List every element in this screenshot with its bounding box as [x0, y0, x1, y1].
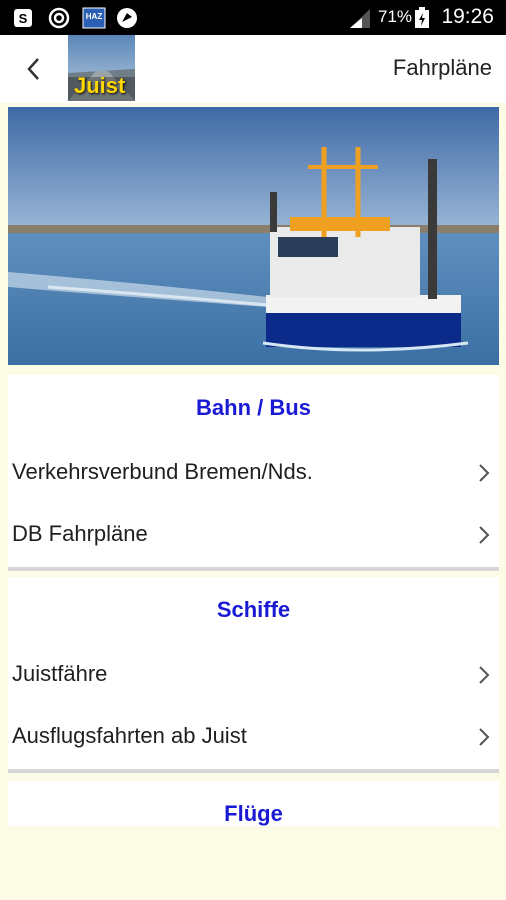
notification-s-icon: S [14, 9, 32, 27]
status-bar: S HAZ 71% 19:26 [0, 0, 506, 35]
battery-icon [415, 7, 429, 28]
section-title: Bahn / Bus [196, 395, 311, 420]
list-item[interactable]: Verkehrsverbund Bremen/Nds. [8, 445, 499, 501]
browser-icon [117, 8, 137, 28]
list-item[interactable]: DB Fahrpläne [8, 507, 499, 563]
list-item-label: Verkehrsverbund Bremen/Nds. [12, 459, 313, 484]
chevron-right-icon [479, 666, 490, 684]
battery-percent: 71% [378, 7, 413, 26]
svg-text:S: S [19, 11, 28, 26]
section-fluege: Flüge [8, 781, 499, 826]
list-item-label: Ausflugsfahrten ab Juist [12, 723, 247, 748]
svg-text:HAZ: HAZ [86, 12, 103, 21]
list-item[interactable]: Ausflugsfahrten ab Juist [8, 709, 499, 765]
section-schiffe: Schiffe Juistfähre Ausflugsfahrten ab Ju… [8, 577, 499, 769]
ferry-photo [8, 107, 499, 365]
app-logo: Juist [68, 35, 135, 101]
clock: 19:26 [441, 5, 494, 28]
list-item[interactable]: Juistfähre [8, 647, 499, 703]
signal-icon [350, 9, 370, 28]
chevron-left-icon[interactable] [14, 49, 54, 89]
chevron-right-icon [479, 526, 490, 544]
haz-app-icon: HAZ [82, 7, 106, 29]
list-item-label: DB Fahrpläne [12, 521, 148, 546]
app-bar: Juist Fahrpläne [0, 35, 506, 103]
list-item-label: Juistfähre [12, 661, 108, 686]
divider [8, 567, 499, 571]
divider [8, 769, 499, 773]
section-title: Flüge [224, 801, 283, 826]
section-title: Schiffe [216, 597, 291, 622]
app-logo-text: Juist [74, 73, 126, 98]
page-title: Fahrpläne [392, 55, 492, 80]
chevron-right-icon [479, 728, 490, 746]
section-bahn-bus: Bahn / Bus Verkehrsverbund Bremen/Nds. D… [8, 375, 499, 567]
chevron-right-icon [479, 464, 490, 482]
sync-icon [48, 7, 70, 29]
